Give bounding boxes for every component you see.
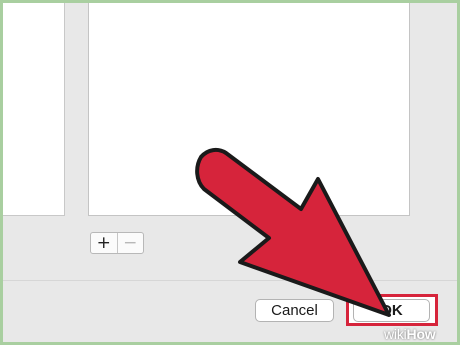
divider [3, 280, 457, 281]
wikihow-watermark: wikiHow [384, 326, 436, 342]
cancel-button[interactable]: Cancel [255, 299, 334, 322]
content-list-pane[interactable] [88, 3, 410, 216]
watermark-wiki: wiki [384, 326, 407, 342]
add-remove-control: + − [90, 232, 144, 254]
ok-button[interactable]: OK [353, 299, 430, 322]
remove-button[interactable]: − [118, 233, 144, 253]
dialog-window: + − [3, 3, 457, 342]
sidebar-list-pane[interactable] [3, 3, 65, 216]
watermark-how: How [406, 326, 436, 342]
add-button[interactable]: + [91, 233, 118, 253]
